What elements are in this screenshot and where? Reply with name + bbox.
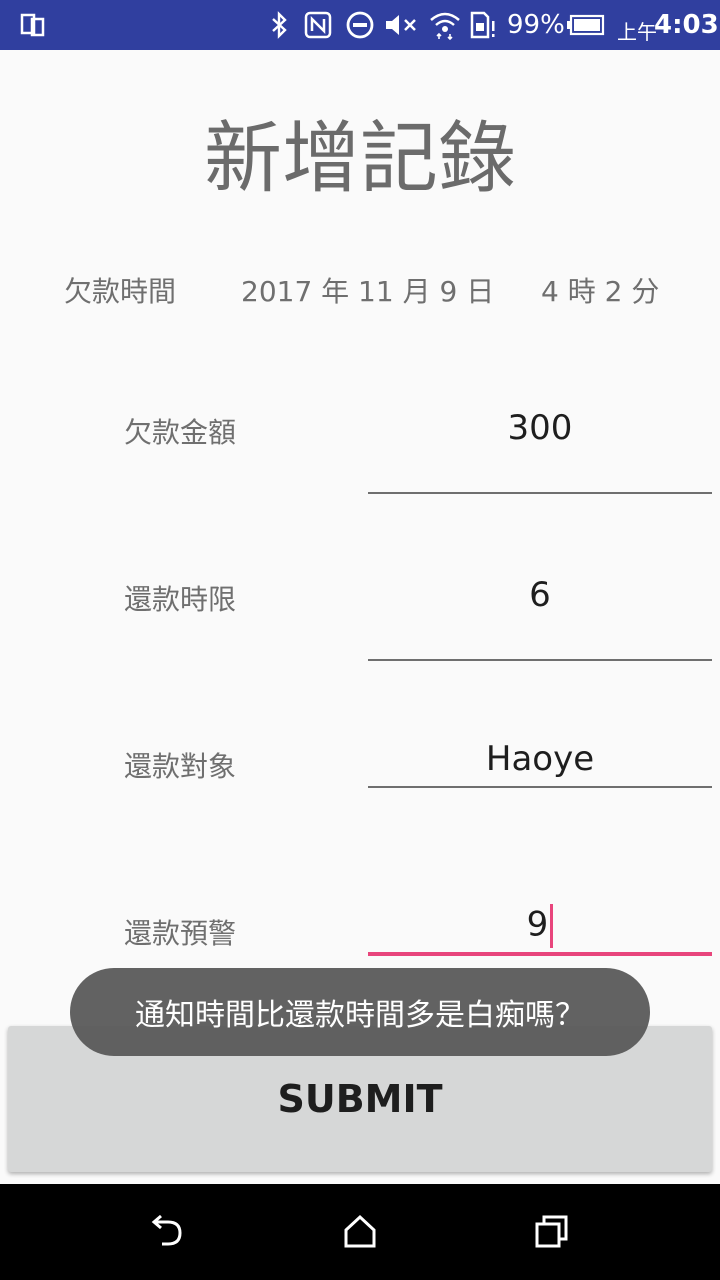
target-label: 還款對象 <box>124 750 237 783</box>
warning-label: 還款預警 <box>124 917 237 950</box>
deadline-value[interactable]: 6 <box>368 575 712 615</box>
nfc-icon <box>302 11 334 39</box>
page-title: 新增記錄 <box>203 114 516 204</box>
back-icon[interactable] <box>148 1212 188 1252</box>
do-not-disturb-icon <box>344 11 376 39</box>
sim-alert-icon <box>468 11 498 39</box>
battery-icon <box>566 11 606 39</box>
battery-percent: 99% <box>507 10 565 40</box>
deadline-label: 還款時限 <box>124 583 237 616</box>
home-icon[interactable] <box>340 1212 380 1252</box>
navigation-bar <box>0 1184 720 1280</box>
warning-value[interactable]: 9 <box>527 905 549 945</box>
warning-underline <box>368 952 712 956</box>
debt-time-picker[interactable]: 4 時 2 分 <box>541 270 659 310</box>
toast: 通知時間比還款時間多是白痴嗎？ <box>70 968 650 1056</box>
mute-icon <box>384 11 420 39</box>
wifi-icon <box>428 11 462 40</box>
amount-value[interactable]: 300 <box>368 408 712 448</box>
toast-message: 通知時間比還款時間多是白痴嗎？ <box>135 998 585 1033</box>
status-bar: 99% 上午 4:03 <box>0 0 720 50</box>
target-value[interactable]: Haoye <box>368 739 712 779</box>
warning-value-wrap[interactable]: 9 <box>368 904 712 948</box>
submit-label: SUBMIT <box>277 1077 443 1121</box>
recent-apps-icon[interactable] <box>532 1212 572 1252</box>
screen-mirror-icon <box>18 11 48 39</box>
clock: 4:03 <box>654 10 719 40</box>
amount-label: 欠款金額 <box>124 416 237 449</box>
deadline-underline <box>368 659 712 661</box>
debt-time-label: 欠款時間 <box>64 275 177 308</box>
am-pm-indicator: 上午 <box>617 20 657 44</box>
target-underline <box>368 786 712 788</box>
debt-date-picker[interactable]: 2017 年 11 月 9 日 <box>241 270 494 310</box>
amount-underline <box>368 492 712 494</box>
text-cursor <box>550 904 554 948</box>
bluetooth-icon <box>268 11 292 39</box>
